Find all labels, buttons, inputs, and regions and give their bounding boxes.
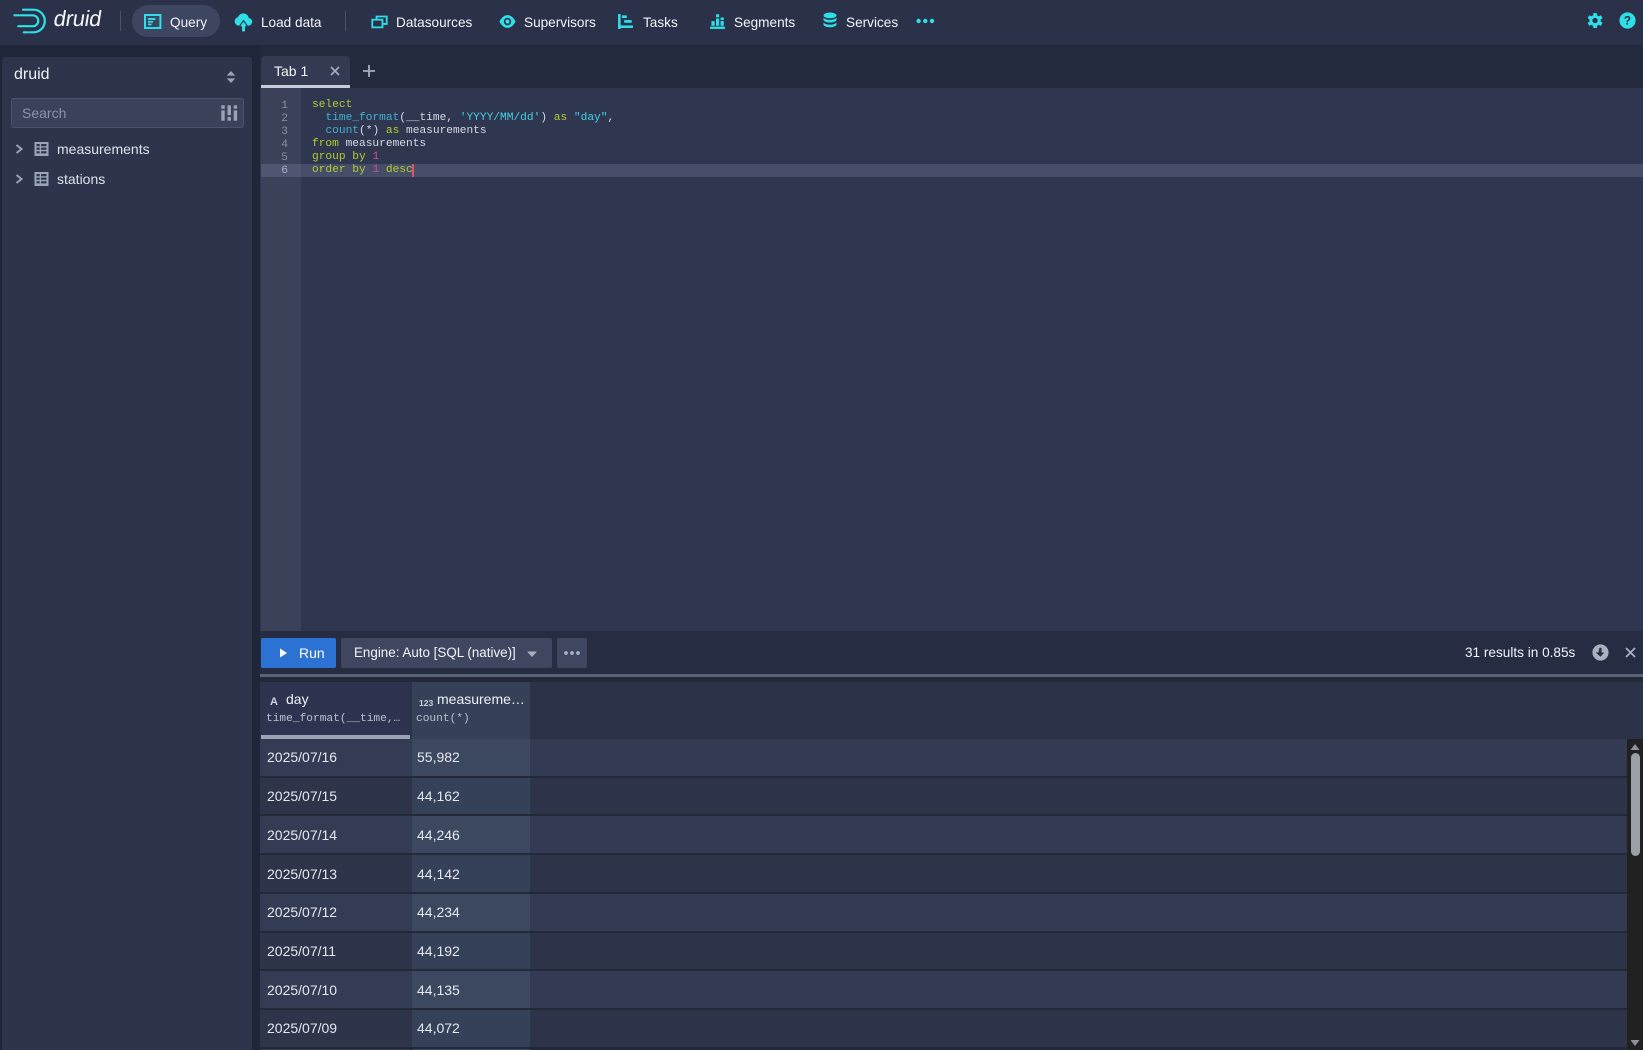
svg-text:?: ? [1624,15,1631,28]
